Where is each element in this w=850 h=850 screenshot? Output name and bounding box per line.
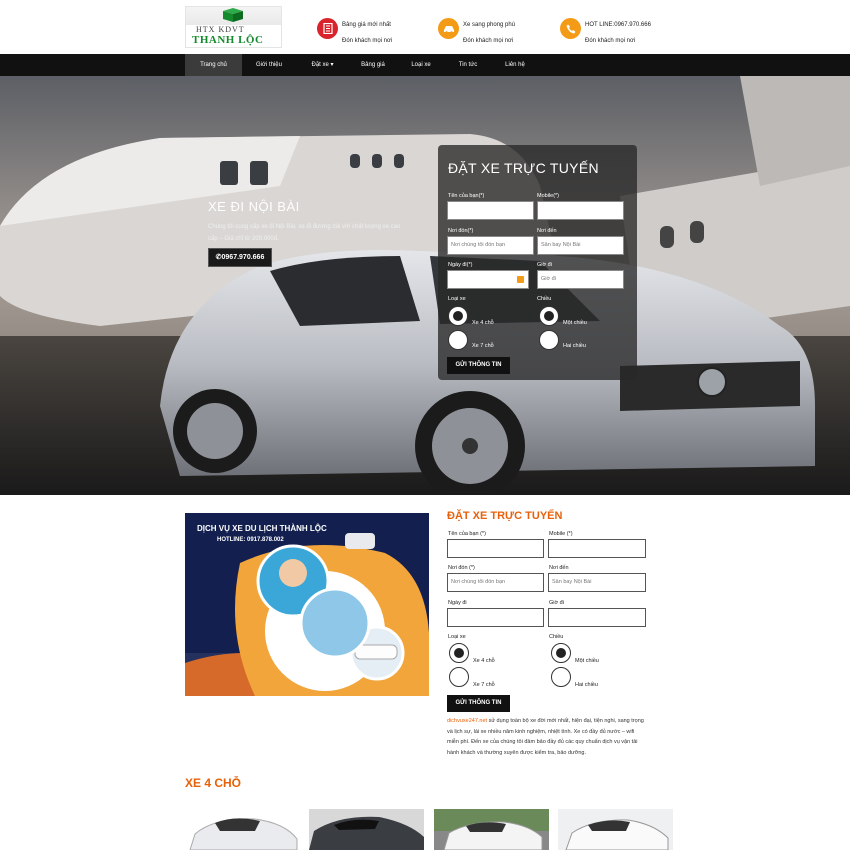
radio-7-seat[interactable] (448, 330, 468, 350)
from-input[interactable]: Nơi chúng tôi đón bạn (447, 236, 534, 255)
radio-7-seat[interactable] (449, 667, 469, 687)
to-label: Nơi đến (549, 565, 569, 571)
logo-line1: HTX KDVT (196, 25, 245, 34)
hero-description: Chúng tôi cung cấp xe đi Nội Bài, xe đi … (208, 224, 401, 242)
header-info-sub: Đón khách mọi nơi (342, 38, 393, 44)
time-input[interactable]: Giờ đi (537, 270, 624, 289)
from-label: Nơi đón(*) (448, 228, 474, 234)
car-thumb[interactable] (309, 809, 424, 850)
site-logo[interactable]: HTX KDVT THANH LỘC (185, 6, 282, 48)
name-input[interactable] (447, 539, 544, 558)
date-label: Ngày đi (448, 600, 467, 606)
radio-4-seat[interactable] (448, 306, 468, 326)
nav-car-types[interactable]: Loại xe (403, 54, 439, 76)
white-car-showroom-image (558, 809, 673, 850)
submit-button[interactable]: GỬI THÔNG TIN (447, 695, 510, 712)
intro-paragraph: dichvuxe247.net sử dụng toàn bộ xe đời m… (447, 716, 647, 758)
price-list-icon (317, 18, 338, 39)
nav-prices[interactable]: Bảng giá (355, 54, 391, 76)
white-car-street-image (434, 809, 549, 850)
submit-button[interactable]: GỬI THÔNG TIN (447, 357, 510, 374)
name-label: Tên của bạn (*) (448, 531, 486, 537)
direction-label: Chiều (537, 296, 552, 302)
white-sedan-image (185, 809, 300, 850)
site-link[interactable]: dichvuxe247.net (447, 718, 487, 724)
header-info-cars[interactable]: Xe sang phong phú Đón khách mọi nơi (438, 18, 548, 48)
name-input[interactable] (447, 201, 534, 220)
hero-phone-number: 0967.970.666 (221, 254, 265, 261)
hero-phone-button[interactable]: ✆0967.970.666 (208, 248, 272, 267)
calendar-icon[interactable] (517, 276, 524, 283)
radio-7-seat-label: Xe 7 chỗ (472, 343, 494, 349)
promo-hotline: HOTLINE: 0917.878.002 (217, 537, 284, 543)
date-input[interactable] (447, 608, 544, 627)
time-input[interactable] (548, 608, 646, 627)
time-label: Giờ đi (537, 262, 552, 268)
date-label: Ngày đi(*) (448, 262, 473, 268)
to-label: Nơi đến (537, 228, 557, 234)
promo-title: DỊCH VỤ XE DU LỊCH THÀNH LỘC (197, 524, 327, 533)
header-info-price[interactable]: Bảng giá mới nhất Đón khách mọi nơi (317, 18, 427, 48)
radio-two-way-label: Hai chiều (575, 682, 598, 688)
header-info-hotline[interactable]: HOT LINE:0967.970.666 Đón khách mọi nơi (560, 18, 670, 48)
nav-about[interactable]: Giới thiệu (248, 54, 290, 76)
radio-one-way-label: Một chiều (575, 658, 599, 664)
nav-contact[interactable]: Liên hệ (497, 54, 533, 76)
to-input[interactable]: Sân bay Nội Bài (537, 236, 624, 255)
radio-two-way[interactable] (551, 667, 571, 687)
hero-title: XE ĐI NỘI BÀI (208, 199, 300, 214)
booking-panel-title: ĐẶT XE TRỰC TUYẾN (448, 160, 599, 176)
hero-banner (0, 76, 850, 495)
promo-banner[interactable]: DỊCH VỤ XE DU LỊCH THÀNH LỘC HOTLINE: 09… (185, 513, 429, 696)
radio-two-way-label: Hai chiều (563, 343, 586, 349)
direction-label: Chiều (549, 634, 564, 640)
hotline-text: HOT LINE:0967.970.666 (585, 22, 651, 28)
form2-title: ĐẶT XE TRỰC TUYẾN (447, 510, 563, 522)
car-type-label: Loại xe (448, 296, 466, 302)
dark-sedan-image (309, 809, 424, 850)
booking-panel: ĐẶT XE TRỰC TUYẾN Tên của bạn(*) Mobile(… (438, 145, 637, 380)
from-input[interactable]: Nơi chúng tôi đón bạn (447, 573, 544, 592)
date-input[interactable] (447, 270, 529, 289)
radio-one-way[interactable] (539, 306, 559, 326)
radio-one-way[interactable] (551, 643, 571, 663)
logo-line2: THANH LỘC (192, 34, 264, 46)
nav-news[interactable]: Tin tức (450, 54, 486, 76)
radio-4-seat[interactable] (449, 643, 469, 663)
car-thumb[interactable] (558, 809, 673, 850)
car-icon (438, 18, 459, 39)
radio-4-seat-label: Xe 4 chỗ (473, 658, 495, 664)
radio-two-way[interactable] (539, 330, 559, 350)
phone-icon (560, 18, 581, 39)
radio-one-way-label: Một chiều (563, 320, 587, 326)
time-label: Giờ đi (549, 600, 564, 606)
from-label: Nơi đón (*) (448, 565, 475, 571)
mobile-input[interactable] (537, 201, 624, 220)
car-thumb[interactable] (434, 809, 549, 850)
header-info-title: Xe sang phong phú (463, 22, 516, 28)
radio-7-seat-label: Xe 7 chỗ (473, 682, 495, 688)
hero-car-plane-image (0, 76, 850, 495)
car-type-label: Loại xe (448, 634, 466, 640)
car-thumb[interactable] (185, 809, 300, 850)
logo-cube-icon (223, 8, 243, 22)
nav-home[interactable]: Trang chủ (185, 54, 242, 76)
section-title: XE 4 CHỖ (185, 776, 242, 790)
header-info-sub: Đón khách mọi nơi (585, 38, 636, 44)
name-label: Tên của bạn(*) (448, 193, 485, 199)
to-input[interactable]: Sân bay Nội Bài (548, 573, 646, 592)
nav-booking[interactable]: Đặt xe ▾ (300, 54, 345, 76)
mobile-input[interactable] (548, 539, 646, 558)
header-info-title: Bảng giá mới nhất (342, 22, 391, 28)
mobile-label: Mobile(*) (537, 193, 560, 199)
main-nav: Trang chủ Giới thiệu Đặt xe ▾ Bảng giá L… (0, 54, 850, 76)
radio-4-seat-label: Xe 4 chỗ (472, 320, 494, 326)
header-info-sub: Đón khách mọi nơi (463, 38, 514, 44)
mobile-label: Mobile (*) (549, 531, 573, 537)
